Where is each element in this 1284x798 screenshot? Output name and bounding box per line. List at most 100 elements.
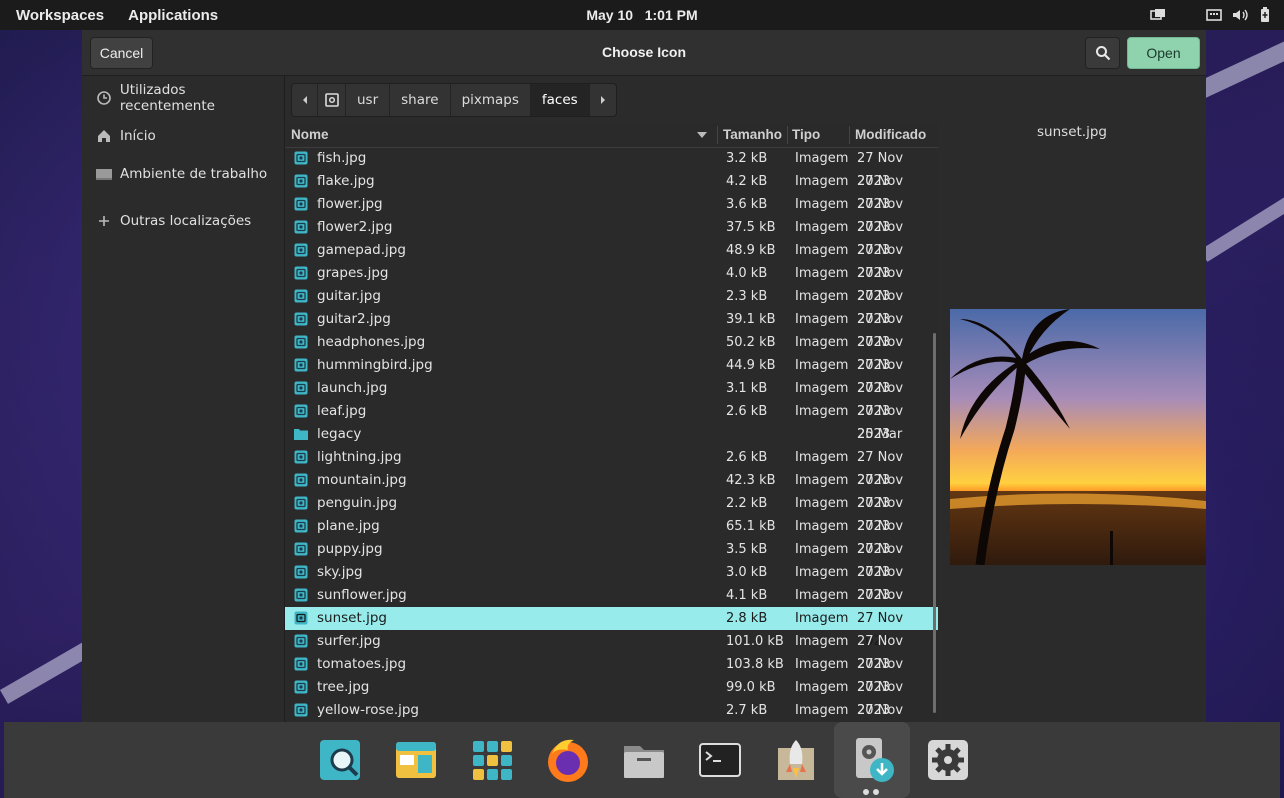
scrollbar[interactable]	[933, 333, 936, 713]
workspaces-button[interactable]: Workspaces	[0, 7, 116, 24]
column-header: Nome Tamanho Tipo Modificado	[285, 123, 938, 148]
chevron-left-icon	[302, 96, 307, 104]
dock-terminal[interactable]	[690, 730, 750, 790]
path-root-button[interactable]	[318, 84, 346, 116]
dock-firefox[interactable]	[538, 730, 598, 790]
path-forward-button[interactable]	[590, 84, 616, 116]
column-name[interactable]: Nome	[291, 123, 329, 147]
sidebar-item-home[interactable]: Início	[82, 119, 284, 153]
file-type: Imagem	[795, 312, 849, 327]
file-row[interactable]: lightning.jpg 2.6 kB Imagem 27 Nov 2023	[285, 446, 938, 488]
file-row[interactable]: guitar.jpg 2.3 kB Imagem 27 Nov 2023	[285, 285, 938, 327]
file-row[interactable]: hummingbird.jpg 44.9 kB Imagem 27 Nov 2023	[285, 354, 938, 396]
display-icon[interactable]	[1150, 8, 1166, 22]
path-crumb-usr[interactable]: usr	[346, 84, 391, 116]
file-name: flower2.jpg	[317, 219, 393, 235]
file-size: 3.6 kB	[726, 197, 768, 212]
image-file-icon	[294, 519, 308, 533]
file-row[interactable]: puppy.jpg 3.5 kB Imagem 27 Nov 2023	[285, 538, 938, 580]
time-label[interactable]: 1:01 PM	[645, 7, 698, 23]
file-row[interactable]: surfer.jpg 101.0 kB Imagem 27 Nov 2023	[285, 630, 938, 672]
file-row[interactable]: leaf.jpg 2.6 kB Imagem 27 Nov 2023	[285, 400, 938, 442]
path-crumb-faces[interactable]: faces	[530, 84, 590, 116]
volume-icon[interactable]	[1232, 8, 1250, 22]
app-center-icon	[396, 742, 436, 778]
file-row[interactable]: sky.jpg 3.0 kB Imagem 27 Nov 2023	[285, 561, 938, 603]
keyboard-icon[interactable]	[1206, 8, 1222, 22]
image-file-icon	[294, 657, 308, 671]
dock-settings[interactable]	[918, 730, 978, 790]
running-indicator	[873, 789, 879, 795]
column-size[interactable]: Tamanho	[723, 123, 782, 147]
file-name: lightning.jpg	[317, 449, 402, 465]
image-file-icon	[294, 611, 308, 625]
file-row[interactable]: grapes.jpg 4.0 kB Imagem 27 Nov 2023	[285, 262, 938, 304]
file-size: 48.9 kB	[726, 243, 776, 258]
file-row[interactable]: flower.jpg 3.6 kB Imagem 27 Nov 2023	[285, 193, 938, 235]
file-row[interactable]: launch.jpg 3.1 kB Imagem 27 Nov 2023	[285, 377, 938, 419]
dock-files[interactable]	[614, 730, 674, 790]
terminal-icon	[699, 743, 741, 777]
file-size: 2.2 kB	[726, 496, 768, 511]
file-type: Imagem	[795, 496, 849, 511]
file-row[interactable]: sunflower.jpg4.1 kBImagem27 Nov 2023	[285, 584, 938, 626]
sidebar-item-label: Início	[120, 128, 156, 144]
date-label[interactable]: May 10	[586, 7, 633, 23]
places-sidebar: Utilizados recentemente Início Ambiente …	[82, 76, 285, 722]
top-panel: Workspaces Applications May 10 1:01 PM	[0, 0, 1284, 30]
path-crumb-pixmaps[interactable]: pixmaps	[451, 84, 531, 116]
open-button[interactable]: Open	[1127, 37, 1200, 69]
file-row[interactable]: flower2.jpg 37.5 kB Imagem 27 Nov 2023	[285, 216, 938, 258]
dock-app-center[interactable]	[386, 730, 446, 790]
choose-icon-dialog: Cancel Choose Icon Open Utilizados recen…	[82, 30, 1206, 722]
firefox-icon	[548, 739, 588, 782]
sort-down-icon[interactable]	[697, 132, 707, 138]
file-name: leaf.jpg	[317, 403, 367, 419]
file-name: launch.jpg	[317, 380, 388, 396]
file-row[interactable]: plane.jpg 65.1 kB Imagem 27 Nov 2023	[285, 515, 938, 557]
desktop-icon	[96, 166, 112, 182]
file-name: sky.jpg	[317, 564, 363, 580]
sidebar-item-other-locations[interactable]: Outras localizações	[82, 204, 284, 238]
applications-button[interactable]: Applications	[116, 7, 230, 24]
image-file-icon	[294, 151, 308, 165]
file-row[interactable]: yellow-rose.jpg 2.7 kB Imagem 27 Nov 2023	[285, 699, 938, 722]
file-row[interactable]: flake.jpg 4.2 kB Imagem 27 Nov 2023	[285, 170, 938, 212]
dock-disk-installer[interactable]	[834, 722, 910, 798]
file-row[interactable]: sunset.jpg 2.8 kB Imagem 27 Nov 2023	[285, 607, 938, 649]
file-size: 2.6 kB	[726, 404, 768, 419]
sidebar-item-desktop[interactable]: Ambiente de trabalho	[82, 157, 284, 191]
image-file-icon	[294, 197, 308, 211]
home-icon	[96, 128, 112, 144]
file-name: mountain.jpg	[317, 472, 407, 488]
path-crumb-share[interactable]: share	[390, 84, 451, 116]
file-row[interactable]: tomatoes.jpg 103.8 kB Imagem 27 Nov 2023	[285, 653, 938, 695]
file-name: grapes.jpg	[317, 265, 389, 281]
sidebar-item-recent[interactable]: Utilizados recentemente	[82, 81, 284, 115]
recent-icon	[96, 90, 112, 106]
file-row[interactable]: mountain.jpg 42.3 kB Imagem 27 Nov 2023	[285, 469, 938, 511]
file-type: Imagem	[795, 381, 849, 396]
file-type: Imagem	[795, 450, 849, 465]
path-back-button[interactable]	[292, 84, 318, 116]
disk-installer-icon	[856, 738, 894, 782]
image-file-icon	[294, 450, 308, 464]
file-row[interactable]: guitar2.jpg 39.1 kB Imagem 27 Nov 2023	[285, 308, 938, 350]
column-modified[interactable]: Modificado	[855, 123, 926, 147]
file-row[interactable]: gamepad.jpg 48.9 kB Imagem 27 Nov 2023	[285, 239, 938, 281]
image-file-icon	[294, 496, 308, 510]
file-name: surfer.jpg	[317, 633, 381, 649]
file-row[interactable]: tree.jpg 99.0 kB Imagem 27 Nov 2023	[285, 676, 938, 718]
battery-icon[interactable]	[1260, 7, 1270, 23]
file-row[interactable]: headphones.jpg 50.2 kB Imagem 27 Nov 2023	[285, 331, 938, 373]
file-name: hummingbird.jpg	[317, 357, 433, 373]
file-row[interactable]: legacy 25 Mar	[285, 423, 938, 446]
file-type: Imagem	[795, 565, 849, 580]
dock-app-grid[interactable]	[462, 730, 522, 790]
dock-pop-shop[interactable]	[766, 730, 826, 790]
file-row[interactable]: fish.jpg 3.2 kB Imagem 27 Nov 2023	[285, 147, 938, 189]
file-row[interactable]: penguin.jpg 2.2 kB Imagem 27 Nov 2023	[285, 492, 938, 534]
dock-search[interactable]	[310, 730, 370, 790]
search-button[interactable]	[1085, 37, 1120, 69]
column-type[interactable]: Tipo	[792, 123, 820, 147]
